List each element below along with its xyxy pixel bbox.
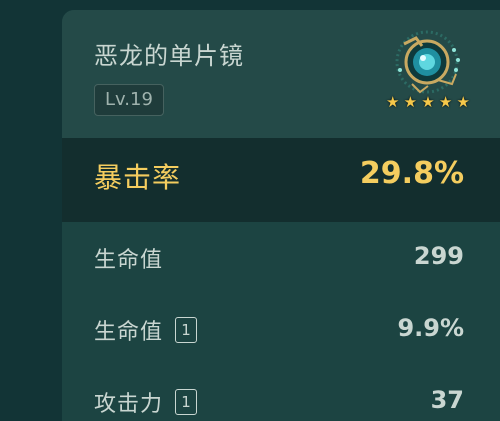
sub-stat-value: 299 <box>413 242 464 270</box>
sub-stat-value: 9.9% <box>397 314 464 342</box>
sub-stat-row: 攻击力 1 37 <box>62 366 500 421</box>
artifact-name: 恶龙的单片镜 <box>94 42 244 70</box>
sub-stat-row: 生命值 299 <box>62 222 500 294</box>
star-icon: ★ <box>403 93 418 111</box>
star-icon: ★ <box>438 93 453 111</box>
main-stat-value: 29.8% <box>359 156 464 191</box>
sub-stat-name: 攻击力 <box>94 392 164 417</box>
main-stat-row: 暴击率 29.8% <box>62 138 500 222</box>
sub-stat-label: 生命值 <box>94 242 163 274</box>
sub-stat-name: 生命值 <box>94 248 164 273</box>
star-icon: ★ <box>456 93 470 111</box>
artifact-level-badge: Lv.19 <box>94 84 164 116</box>
upgrade-count-badge: 1 <box>175 317 198 343</box>
sub-stat-value: 37 <box>430 386 464 414</box>
star-icon: ★ <box>421 93 435 111</box>
sub-stat-label: 攻击力 1 <box>94 386 198 418</box>
artifact-detail-panel: 恶龙的单片镜 Lv.19 ★ ★ ★ ★ ★ 暴击率 29.8% 生命值 299… <box>62 10 500 421</box>
sub-stat-label: 生命值 1 <box>94 314 198 346</box>
upgrade-count-badge: 1 <box>175 389 198 415</box>
main-stat-label: 暴击率 <box>94 161 182 194</box>
sub-stat-row: 生命值 1 9.9% <box>62 294 500 366</box>
star-icon: ★ <box>386 93 400 111</box>
artifact-header: 恶龙的单片镜 Lv.19 ★ ★ ★ ★ ★ <box>62 10 500 138</box>
rarity-stars: ★ ★ ★ ★ ★ <box>386 94 470 110</box>
sub-stat-name: 生命值 <box>94 320 164 345</box>
